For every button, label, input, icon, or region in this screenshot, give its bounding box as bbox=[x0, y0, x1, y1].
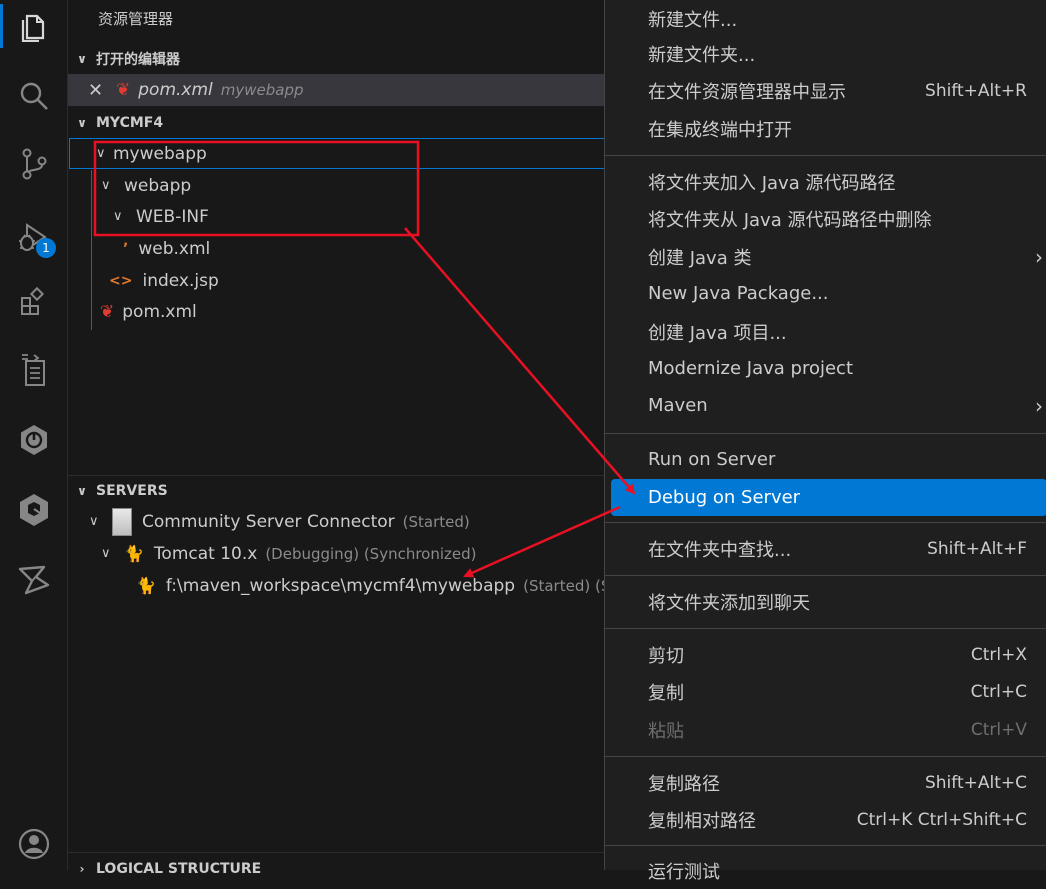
tree-item-webxml[interactable]: ʼ web.xml bbox=[68, 233, 605, 264]
chevron-down-icon: ∨ bbox=[77, 116, 87, 130]
tree-label-webxml: web.xml bbox=[138, 238, 211, 259]
search-icon[interactable] bbox=[14, 76, 54, 116]
menu-run-on-server[interactable]: Run on Server bbox=[605, 441, 1046, 478]
menu-run-tests[interactable]: 运行测试 bbox=[605, 852, 1046, 889]
open-editors-label: 打开的编辑器 bbox=[96, 52, 180, 68]
chevron-down-icon: ∨ bbox=[113, 209, 123, 224]
servers-icon[interactable] bbox=[14, 560, 54, 600]
menu-separator bbox=[605, 155, 1046, 156]
menu-create-java-class[interactable]: 创建 Java 类 › bbox=[605, 238, 1046, 275]
chevron-right-icon: › bbox=[79, 862, 85, 876]
menu-copy-path[interactable]: 复制路径 Shift+Alt+C bbox=[605, 764, 1046, 801]
menu-new-java-package[interactable]: New Java Package... bbox=[605, 275, 1046, 312]
menu-add-to-source-path[interactable]: 将文件夹加入 Java 源代码路径 bbox=[605, 163, 1046, 200]
context-menu: 新建文件... 新建文件夹... 在文件资源管理器中显示 Shift+Alt+R … bbox=[604, 0, 1046, 883]
workspace-label: MYCMF4 bbox=[96, 115, 164, 131]
logical-structure-label: LOGICAL STRUCTURE bbox=[96, 861, 262, 877]
menu-new-folder[interactable]: 新建文件夹... bbox=[605, 35, 1046, 72]
chevron-down-icon: ∨ bbox=[77, 484, 87, 498]
tomcat-icon: 🐈 bbox=[124, 544, 144, 563]
tree-item-mywebapp[interactable]: ∨ mywebapp bbox=[69, 138, 605, 169]
explorer-sidebar: 资源管理器 ∨ 打开的编辑器 ✕ ❦ pom.xml mywebapp ∨ MY… bbox=[68, 0, 619, 877]
tomcat-item[interactable]: ∨ 🐈 Tomcat 10.x (Debugging) (Synchronize… bbox=[68, 538, 605, 569]
spring-boot-icon[interactable] bbox=[14, 420, 54, 460]
menu-create-java-project[interactable]: 创建 Java 项目... bbox=[605, 313, 1046, 350]
logical-structure-header[interactable]: › LOGICAL STRUCTURE bbox=[68, 857, 605, 881]
activity-bar: 1 bbox=[0, 0, 68, 870]
rss-xml-icon: ʼ bbox=[123, 240, 129, 257]
connector-name: Community Server Connector bbox=[142, 511, 395, 532]
debug-badge: 1 bbox=[36, 238, 56, 258]
menu-separator bbox=[605, 756, 1046, 757]
tree-label-webapp: webapp bbox=[124, 175, 192, 196]
tomcat-icon: 🐈 bbox=[136, 576, 156, 595]
code-file-icon: <> bbox=[109, 272, 133, 289]
tree-item-webinf[interactable]: ∨ WEB-INF bbox=[68, 201, 605, 232]
open-editors-header[interactable]: ∨ 打开的编辑器 bbox=[68, 47, 605, 71]
java-projects-icon[interactable] bbox=[14, 350, 54, 390]
chevron-down-icon: ∨ bbox=[101, 178, 111, 193]
menu-maven[interactable]: Maven › bbox=[605, 387, 1046, 424]
menu-copy-relative-path[interactable]: 复制相对路径 Ctrl+K Ctrl+Shift+C bbox=[605, 801, 1046, 838]
remote-explorer-icon[interactable] bbox=[14, 490, 54, 530]
servers-header[interactable]: ∨ SERVERS bbox=[68, 479, 605, 503]
tree-item-pomxml[interactable]: ❦ pom.xml bbox=[68, 296, 605, 327]
menu-separator bbox=[605, 433, 1046, 434]
server-icon bbox=[112, 507, 132, 536]
menu-copy[interactable]: 复制 Ctrl+C bbox=[605, 673, 1046, 710]
chevron-right-icon: › bbox=[1035, 244, 1043, 269]
tree-item-indexjsp[interactable]: <> index.jsp bbox=[68, 265, 605, 296]
menu-find-in-folder[interactable]: 在文件夹中查找... Shift+Alt+F bbox=[605, 530, 1046, 567]
menu-separator bbox=[605, 522, 1046, 523]
workspace-header[interactable]: ∨ MYCMF4 bbox=[68, 111, 605, 135]
tree-item-webapp[interactable]: ∨ webapp bbox=[68, 170, 605, 201]
close-icon[interactable]: ✕ bbox=[88, 80, 106, 101]
menu-paste[interactable]: 粘贴 Ctrl+V bbox=[605, 711, 1046, 748]
run-debug-icon[interactable]: 1 bbox=[14, 218, 56, 258]
tree-label-indexjsp: index.jsp bbox=[142, 270, 219, 291]
tomcat-name: Tomcat 10.x bbox=[153, 543, 258, 564]
chevron-right-icon: › bbox=[1035, 393, 1043, 418]
maven-feather-icon: ❦ bbox=[116, 80, 131, 100]
menu-debug-on-server[interactable]: Debug on Server bbox=[611, 479, 1046, 516]
menu-reveal-in-explorer[interactable]: 在文件资源管理器中显示 Shift+Alt+R bbox=[605, 72, 1046, 109]
menu-modernize-java[interactable]: Modernize Java project bbox=[605, 350, 1046, 387]
tree-label-mywebapp: mywebapp bbox=[113, 143, 207, 164]
menu-cut[interactable]: 剪切 Ctrl+X bbox=[605, 636, 1046, 673]
menu-open-in-terminal[interactable]: 在集成终端中打开 bbox=[605, 110, 1046, 147]
account-icon[interactable] bbox=[14, 824, 54, 864]
chevron-down-icon: ∨ bbox=[101, 546, 111, 561]
open-editor-folder: mywebapp bbox=[220, 81, 304, 99]
chevron-down-icon: ∨ bbox=[77, 52, 87, 66]
tree-label-pomxml: pom.xml bbox=[122, 301, 197, 322]
section-divider bbox=[68, 852, 605, 853]
explorer-icon[interactable] bbox=[0, 4, 54, 48]
deployment-path: f:\maven_workspace\mycmf4\mywebapp bbox=[165, 575, 516, 596]
explorer-title: 资源管理器 bbox=[98, 10, 174, 28]
tomcat-state: (Debugging) (Synchronized) bbox=[265, 544, 477, 563]
servers-label: SERVERS bbox=[96, 483, 168, 499]
menu-remove-from-source-path[interactable]: 将文件夹从 Java 源代码路径中删除 bbox=[605, 200, 1046, 237]
open-editor-item[interactable]: ✕ ❦ pom.xml mywebapp bbox=[68, 74, 605, 106]
chevron-down-icon: ∨ bbox=[89, 514, 99, 529]
maven-feather-icon: ❦ bbox=[100, 301, 115, 322]
menu-separator bbox=[605, 628, 1046, 629]
menu-separator bbox=[605, 845, 1046, 846]
menu-add-to-chat[interactable]: 将文件夹添加到聊天 bbox=[605, 583, 1046, 620]
chevron-down-icon: ∨ bbox=[96, 146, 106, 161]
tree-label-webinf: WEB-INF bbox=[136, 206, 209, 227]
source-control-icon[interactable] bbox=[14, 144, 54, 184]
section-divider bbox=[68, 475, 605, 476]
open-editor-filename: pom.xml bbox=[138, 80, 213, 100]
menu-separator bbox=[605, 575, 1046, 576]
connector-state: (Started) bbox=[402, 512, 470, 531]
menu-new-file[interactable]: 新建文件... bbox=[605, 0, 1046, 37]
deployment-item[interactable]: 🐈 f:\maven_workspace\mycmf4\mywebapp (St… bbox=[68, 570, 619, 601]
server-connector-item[interactable]: ∨ Community Server Connector (Started) bbox=[68, 506, 605, 537]
extensions-icon[interactable] bbox=[14, 282, 54, 322]
